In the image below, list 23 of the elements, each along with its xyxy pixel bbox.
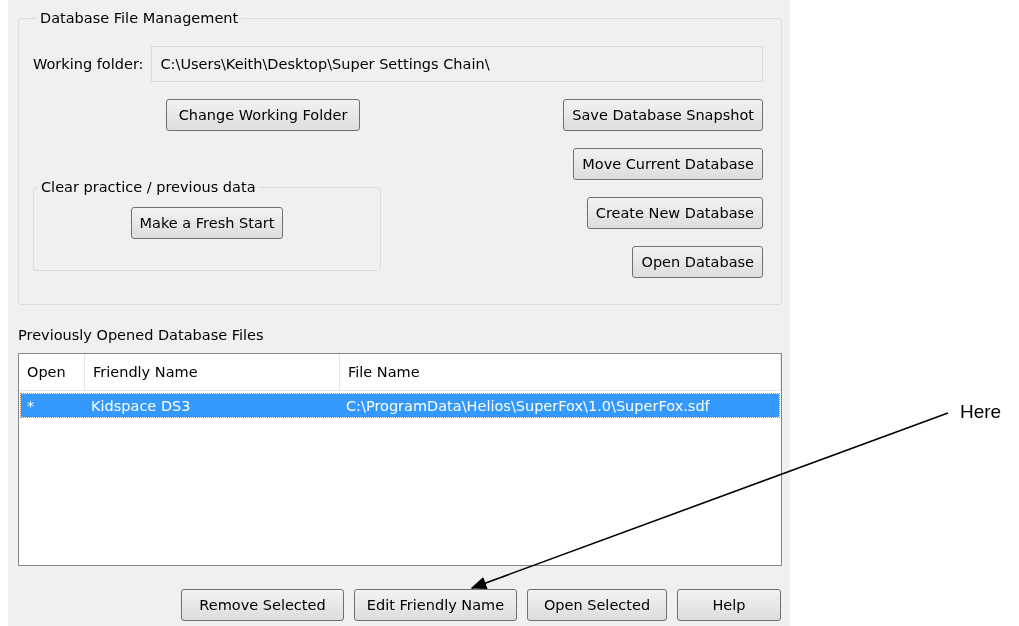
action-button[interactable]: Open Selected — [527, 589, 667, 621]
database-button[interactable]: Move Current Database — [573, 148, 763, 180]
action-button[interactable]: Remove Selected — [181, 589, 344, 621]
table-cell-text: C:\ProgramData\Helios\SuperFox\1.0\SuperFox.sdf — [345, 397, 711, 414]
database-button[interactable]: Create New Database — [586, 197, 763, 229]
column-header[interactable]: File Name — [340, 354, 781, 390]
field-label: Working folder: — [33, 56, 144, 72]
column-header[interactable]: Open — [19, 354, 85, 390]
table-cell-text: Kidspace DS3 — [90, 397, 192, 414]
database-button[interactable]: Open Database — [632, 246, 763, 278]
table-cell-text: * — [26, 397, 36, 414]
working-folder-field[interactable]: C:\Users\Keith\Desktop\Super Settings Chain\ — [151, 46, 763, 82]
group-title: Clear practice / previous data — [40, 179, 257, 195]
group-title: Database File Management — [39, 10, 240, 26]
file-list[interactable]: Open Friendly Name File Name * Kidspace DS3 C:\ProgramData\Helios\SuperFox\1.0\SuperFox.sdf — [18, 353, 782, 566]
change-folder-button[interactable]: Change Working Folder — [166, 99, 360, 131]
action-button[interactable]: Edit Friendly Name — [354, 589, 517, 621]
annotation-label: Here — [960, 401, 1002, 423]
database-button[interactable]: Save Database Snapshot — [563, 99, 763, 131]
column-header[interactable]: Friendly Name — [85, 354, 340, 390]
section-title: Previously Opened Database Files — [18, 327, 265, 343]
fresh-start-button[interactable]: Make a Fresh Start — [130, 207, 284, 239]
action-button[interactable]: Help — [677, 589, 781, 621]
